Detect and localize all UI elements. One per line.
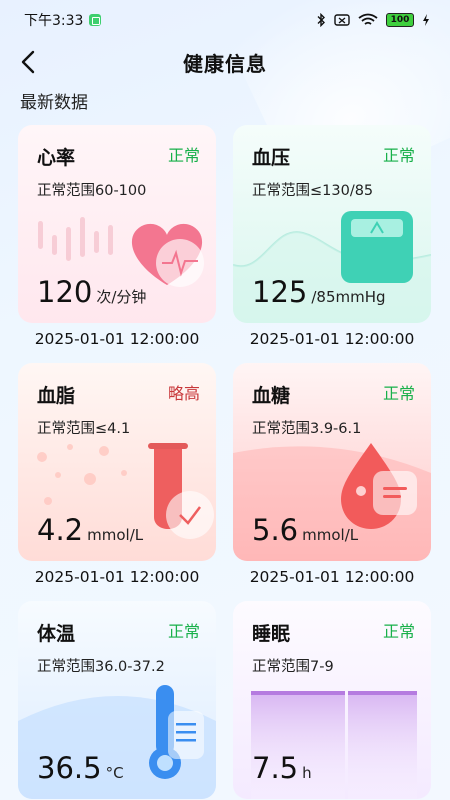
- section-title: 最新数据: [20, 93, 88, 113]
- measurement: 120 次/分钟: [37, 275, 146, 309]
- measurement-unit: h: [302, 764, 312, 782]
- blood-sugar-cell: 血糖 正常 正常范围3.9-6.1 5.6 mmol/L 2025-01-01 …: [233, 363, 431, 601]
- status-bar: 下午3:33 100: [0, 0, 450, 40]
- blood-pressure-card[interactable]: 血压 正常 正常范围≤130/85 125 /85mmHg: [233, 125, 431, 323]
- body-temp-card[interactable]: 体温 正常 正常范围36.0-37.2 36.5 °C: [18, 601, 216, 799]
- normal-range: 正常范围3.9-6.1: [252, 421, 362, 437]
- measurement-unit: mmol/L: [87, 526, 144, 544]
- measurement-time: 2025-01-01 12:00:00: [249, 330, 415, 348]
- measurement-time: 2025-01-01 12:00:00: [249, 568, 415, 586]
- card-title: 血压: [252, 147, 291, 169]
- normal-range: 正常范围60-100: [37, 183, 147, 199]
- normal-range: 正常范围7-9: [252, 659, 334, 675]
- card-title: 血脂: [37, 385, 76, 407]
- heart-rate-card[interactable]: 心率 正常 正常范围60-100 120 次/分钟: [18, 125, 216, 323]
- status-time: 下午3:33: [24, 13, 84, 29]
- measurement-unit: °C: [105, 764, 124, 782]
- back-button[interactable]: [12, 46, 44, 78]
- status-badge: 正常: [382, 384, 415, 403]
- status-left: 下午3:33: [24, 10, 102, 30]
- measurement-time: 2025-01-01 12:00:00: [34, 330, 200, 348]
- normal-range: 正常范围≤130/85: [252, 183, 374, 199]
- blood-pressure-cell: 血压 正常 正常范围≤130/85 125 /85mmHg 2025-01-01…: [233, 125, 431, 363]
- card-title: 睡眠: [252, 623, 291, 645]
- heart-rate-cell: 心率 正常 正常范围60-100 120 次/分钟 2025-01-01 12:…: [18, 125, 216, 363]
- notification-icon: [89, 14, 102, 26]
- measurement: 125 /85mmHg: [252, 275, 386, 309]
- status-badge: 略高: [167, 384, 200, 403]
- normal-range: 正常范围36.0-37.2: [37, 659, 165, 675]
- measurement: 5.6 mmol/L: [252, 513, 358, 547]
- header: 健康信息: [0, 40, 450, 84]
- measurement: 7.5 h: [252, 751, 312, 785]
- measurement-unit: mmol/L: [302, 526, 359, 544]
- body-temp-cell: 体温 正常 正常范围36.0-37.2 36.5 °C: [18, 601, 216, 800]
- measurement: 4.2 mmol/L: [37, 513, 143, 547]
- card-title: 血糖: [252, 385, 291, 407]
- blood-lipid-card[interactable]: 血脂 略高 正常范围≤4.1 4.2 mmol/L: [18, 363, 216, 561]
- status-badge: 正常: [167, 146, 200, 165]
- measurement-value: 7.5: [252, 751, 299, 785]
- bluetooth-icon: [316, 13, 326, 27]
- sleep-card[interactable]: 睡眠 正常 正常范围7-9 7.5 h: [233, 601, 431, 799]
- blood-lipid-cell: 血脂 略高 正常范围≤4.1 4.2 mmol/L 2025-01-01 12:…: [18, 363, 216, 601]
- card-title: 体温: [37, 623, 76, 645]
- blood-sugar-card[interactable]: 血糖 正常 正常范围3.9-6.1 5.6 mmol/L: [233, 363, 431, 561]
- normal-range: 正常范围≤4.1: [37, 421, 131, 437]
- status-right: 100: [316, 13, 430, 27]
- status-badge: 正常: [167, 622, 200, 641]
- charging-icon: [422, 13, 430, 27]
- status-badge: 正常: [382, 146, 415, 165]
- health-cards-grid: 心率 正常 正常范围60-100 120 次/分钟 2025-01-01 12:…: [18, 125, 433, 800]
- measurement-value: 4.2: [37, 513, 84, 547]
- measurement-unit: 次/分钟: [96, 288, 147, 306]
- measurement-value: 120: [37, 275, 93, 309]
- measurement-time: 2025-01-01 12:00:00: [34, 568, 200, 586]
- measurement-value: 5.6: [252, 513, 299, 547]
- chevron-left-icon: [21, 50, 35, 74]
- measurement-unit: /85mmHg: [311, 288, 386, 306]
- measurement-value: 125: [252, 275, 308, 309]
- no-sim-icon: [334, 14, 350, 26]
- measurement-value: 36.5: [37, 751, 102, 785]
- card-title: 心率: [37, 147, 76, 169]
- page-title: 健康信息: [183, 51, 267, 76]
- sleep-cell: 睡眠 正常 正常范围7-9 7.5 h: [233, 601, 431, 800]
- measurement: 36.5 °C: [37, 751, 124, 785]
- status-badge: 正常: [382, 622, 415, 641]
- battery-indicator: 100: [386, 13, 414, 27]
- wifi-icon: [358, 13, 378, 27]
